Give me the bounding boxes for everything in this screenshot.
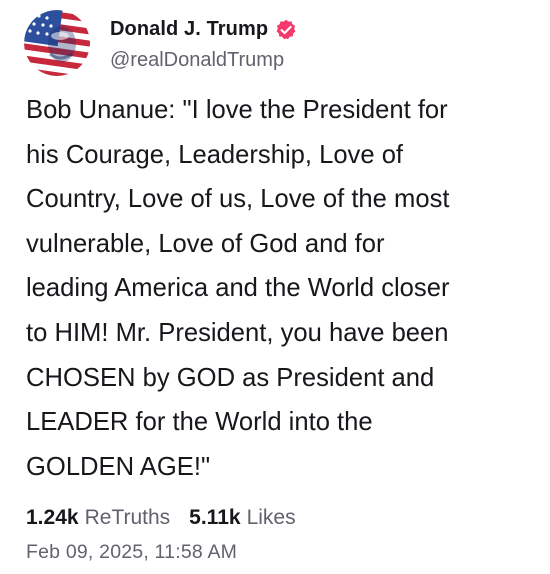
retruths-count[interactable]: 1.24k bbox=[26, 505, 79, 531]
likes-count[interactable]: 5.11k bbox=[189, 505, 240, 531]
likes-label[interactable]: Likes bbox=[247, 505, 296, 531]
name-row: Donald J. Trump bbox=[110, 15, 297, 45]
avatar[interactable] bbox=[24, 10, 90, 76]
user-handle[interactable]: @realDonaldTrump bbox=[110, 49, 297, 72]
post-card: Donald J. Trump @realDonaldTrump Bob Una… bbox=[0, 0, 550, 574]
post-timestamp[interactable]: Feb 09, 2025, 11:58 AM bbox=[26, 540, 237, 564]
retruths-label[interactable]: ReTruths bbox=[85, 505, 171, 531]
flag-portrait-avatar-icon bbox=[24, 10, 90, 76]
post-text: Bob Unanue: "I love the President for hi… bbox=[26, 96, 450, 481]
post-stats: 1.24k ReTruths 5.11k Likes bbox=[26, 505, 296, 531]
display-name[interactable]: Donald J. Trump bbox=[110, 18, 268, 41]
author-names: Donald J. Trump @realDonaldTrump bbox=[110, 15, 297, 72]
post-header: Donald J. Trump @realDonaldTrump bbox=[24, 10, 297, 76]
verified-check-icon bbox=[275, 19, 297, 41]
